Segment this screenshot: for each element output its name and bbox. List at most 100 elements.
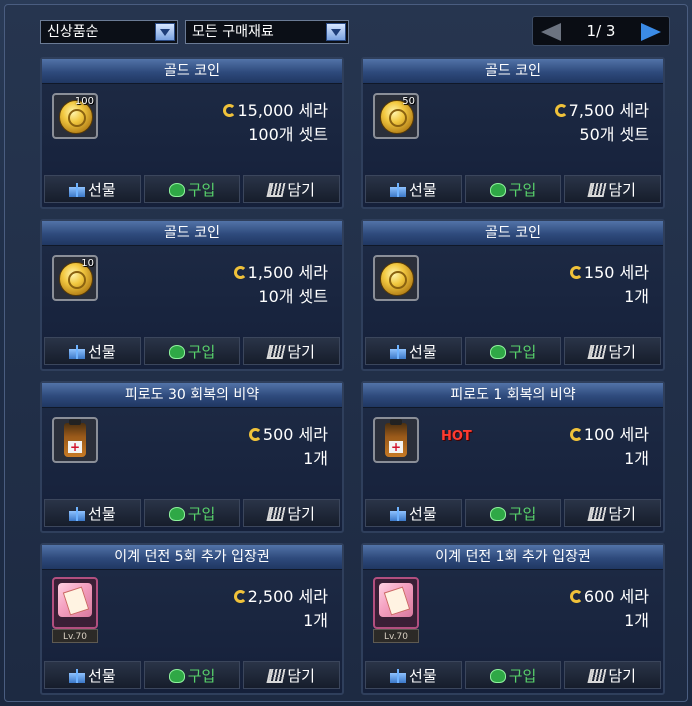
gold-coin-icon[interactable]: 100 — [52, 93, 98, 139]
add-to-cart-button[interactable]: 담기 — [243, 337, 341, 365]
level-badge: Lv.70 — [52, 629, 98, 643]
cart-icon — [266, 507, 286, 521]
ticket-scroll-icon[interactable] — [52, 577, 98, 629]
gold-coin-icon[interactable]: 50 — [373, 93, 419, 139]
gift-button[interactable]: 선물 — [44, 661, 141, 689]
hot-badge: HOT — [441, 429, 472, 444]
cart-icon — [587, 507, 607, 521]
item-price: 500 세라 — [248, 421, 328, 445]
next-page-arrow-icon[interactable] — [641, 23, 661, 41]
item-quantity: 1개 — [303, 611, 328, 630]
buy-button[interactable]: 구입 — [143, 175, 241, 203]
buy-icon — [489, 345, 506, 359]
add-to-cart-button[interactable]: 담기 — [564, 499, 662, 527]
gift-icon — [390, 183, 407, 197]
item-card: 골드 코인 150 세라 1개 선물 구입 담기 — [361, 219, 665, 371]
buy-button[interactable]: 구입 — [464, 661, 562, 689]
gift-button[interactable]: 선물 — [44, 337, 141, 365]
item-name: 골드 코인 — [42, 221, 342, 246]
buy-button[interactable]: 구입 — [143, 661, 241, 689]
ticket-scroll-icon[interactable] — [373, 577, 419, 629]
gift-icon — [390, 507, 407, 521]
buy-button[interactable]: 구입 — [143, 499, 241, 527]
item-card: 골드 코인 10 1,500 세라 10개 셋트 선물 구입 담기 — [40, 219, 344, 371]
gift-button[interactable]: 선물 — [44, 499, 141, 527]
item-price: 2,500 세라 — [233, 583, 328, 607]
item-price: 15,000 세라 — [223, 97, 328, 121]
gift-button[interactable]: 선물 — [365, 661, 462, 689]
item-name: 피로도 30 회복의 비약 — [42, 383, 342, 408]
item-card: 이계 던전 1회 추가 입장권 Lv.70 600 세라 1개 선물 구입 담기 — [361, 543, 665, 695]
item-name: 이계 던전 5회 추가 입장권 — [42, 545, 342, 570]
item-price: 1,500 세라 — [233, 259, 328, 283]
pagination: 1/ 3 — [532, 16, 670, 46]
item-quantity: 1개 — [624, 449, 649, 468]
category-select-value: 모든 구매재료 — [192, 24, 274, 40]
item-card: 피로도 1 회복의 비약 HOT 100 세라 1개 선물 구입 담기 — [361, 381, 665, 533]
cera-currency-icon — [569, 266, 583, 279]
cera-currency-icon — [223, 104, 237, 117]
gift-icon — [69, 183, 86, 197]
stack-badge: 10 — [81, 258, 94, 269]
potion-icon[interactable] — [373, 417, 419, 463]
gift-button[interactable]: 선물 — [365, 499, 462, 527]
item-card: 골드 코인 100 15,000 세라 100개 셋트 선물 구입 담기 — [40, 57, 344, 209]
buy-button[interactable]: 구입 — [464, 175, 562, 203]
cera-currency-icon — [569, 590, 583, 603]
add-to-cart-button[interactable]: 담기 — [564, 175, 662, 203]
item-card: 이계 던전 5회 추가 입장권 Lv.70 2,500 세라 1개 선물 구입 … — [40, 543, 344, 695]
item-quantity: 100개 셋트 — [248, 125, 328, 144]
item-card: 골드 코인 50 7,500 세라 50개 셋트 선물 구입 담기 — [361, 57, 665, 209]
item-price: 150 세라 — [569, 259, 649, 283]
item-quantity: 1개 — [624, 287, 649, 306]
item-name: 피로도 1 회복의 비약 — [363, 383, 663, 408]
potion-icon[interactable] — [52, 417, 98, 463]
prev-page-arrow-icon[interactable] — [541, 23, 561, 41]
gift-button[interactable]: 선물 — [365, 175, 462, 203]
item-card: 피로도 30 회복의 비약 500 세라 1개 선물 구입 담기 — [40, 381, 344, 533]
item-price: 600 세라 — [569, 583, 649, 607]
item-name: 이계 던전 1회 추가 입장권 — [363, 545, 663, 570]
item-name: 골드 코인 — [363, 221, 663, 246]
cera-currency-icon — [233, 590, 247, 603]
sort-select-value: 신상품순 — [47, 24, 99, 40]
cera-currency-icon — [233, 266, 247, 279]
chevron-down-icon[interactable] — [155, 23, 175, 41]
buy-icon — [489, 669, 506, 683]
buy-icon — [168, 183, 185, 197]
buy-button[interactable]: 구입 — [464, 499, 562, 527]
gift-icon — [390, 669, 407, 683]
cart-icon — [587, 183, 607, 197]
stack-badge: 50 — [402, 96, 415, 107]
add-to-cart-button[interactable]: 담기 — [243, 499, 341, 527]
cera-currency-icon — [569, 428, 583, 441]
cart-icon — [587, 669, 607, 683]
item-quantity: 50개 셋트 — [579, 125, 649, 144]
item-quantity: 1개 — [624, 611, 649, 630]
cera-currency-icon — [248, 428, 262, 441]
buy-icon — [168, 345, 185, 359]
gift-button[interactable]: 선물 — [365, 337, 462, 365]
item-quantity: 1개 — [303, 449, 328, 468]
buy-button[interactable]: 구입 — [143, 337, 241, 365]
add-to-cart-button[interactable]: 담기 — [564, 337, 662, 365]
buy-icon — [489, 183, 506, 197]
item-name: 골드 코인 — [363, 59, 663, 84]
cart-icon — [266, 669, 286, 683]
gift-icon — [69, 507, 86, 521]
buy-button[interactable]: 구입 — [464, 337, 562, 365]
add-to-cart-button[interactable]: 담기 — [243, 661, 341, 689]
gift-icon — [69, 669, 86, 683]
gift-button[interactable]: 선물 — [44, 175, 141, 203]
gold-coin-icon[interactable]: 10 — [52, 255, 98, 301]
add-to-cart-button[interactable]: 담기 — [564, 661, 662, 689]
sort-select[interactable]: 신상품순 — [40, 20, 178, 44]
cera-currency-icon — [554, 104, 568, 117]
gold-coin-icon[interactable] — [373, 255, 419, 301]
chevron-down-icon[interactable] — [326, 23, 346, 41]
category-select[interactable]: 모든 구매재료 — [185, 20, 349, 44]
item-price: 100 세라 — [569, 421, 649, 445]
buy-icon — [489, 507, 506, 521]
add-to-cart-button[interactable]: 담기 — [243, 175, 341, 203]
item-name: 골드 코인 — [42, 59, 342, 84]
